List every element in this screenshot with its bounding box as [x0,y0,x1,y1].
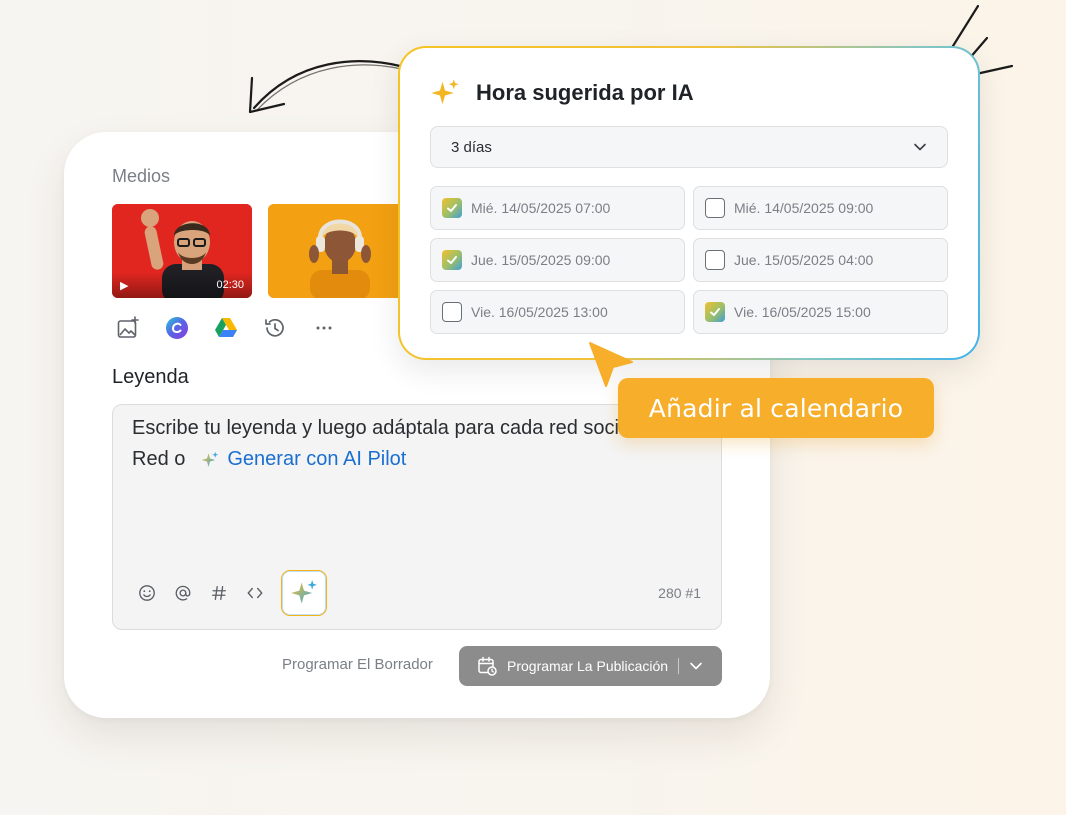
caption-label: Leyenda [112,366,189,388]
schedule-post-label: Programar La Publicación [507,658,669,674]
generate-ai-pilot-link[interactable]: Generar con AI Pilot [227,448,406,471]
caption-placeholder-prefix: Red o [132,448,186,470]
time-slot-option[interactable]: Vie. 16/05/2025 13:00 [430,290,685,334]
more-icon[interactable] [312,316,336,340]
image-add-icon[interactable] [116,316,140,340]
mention-icon[interactable] [173,583,193,603]
media-thumbnail-image[interactable] [268,204,408,298]
time-slot-option[interactable]: Vie. 16/05/2025 15:00 [693,290,948,334]
time-range-select[interactable]: 3 días [430,126,948,168]
emoji-icon[interactable] [137,583,157,603]
video-duration: 02:30 [216,279,244,291]
time-range-value: 3 días [451,138,492,156]
ai-suggested-time-popup: Hora sugerida por IA 3 días Mié. 14/05/2… [398,46,980,360]
time-slot-option[interactable]: Mié. 14/05/2025 07:00 [430,186,685,230]
code-icon[interactable] [245,583,265,603]
time-slot-label: Mié. 14/05/2025 07:00 [471,200,611,216]
video-overlay: ▶ 02:30 [112,272,252,298]
checkbox-unchecked-icon[interactable] [705,198,725,218]
play-icon[interactable]: ▶ [120,279,128,292]
woman-photo [268,204,408,298]
time-slot-label: Vie. 16/05/2025 13:00 [471,304,608,320]
time-slot-label: Vie. 16/05/2025 15:00 [734,304,871,320]
time-slot-label: Jue. 15/05/2025 09:00 [471,252,611,268]
time-slot-label: Jue. 15/05/2025 04:00 [734,252,874,268]
media-tools-row [116,316,336,340]
popup-title: Hora sugerida por IA [476,80,694,105]
popup-header: Hora sugerida por IA [430,78,694,108]
sparkle-icon [430,78,460,108]
media-thumbnail-video[interactable]: ▶ 02:30 [112,204,252,298]
hashtag-icon[interactable] [209,583,229,603]
button-divider [678,658,680,674]
chevron-down-icon[interactable] [689,659,703,673]
add-to-calendar-badge[interactable]: Añadir al calendario [618,378,934,438]
caption-tools-row [137,570,327,616]
time-slot-option[interactable]: Jue. 15/05/2025 09:00 [430,238,685,282]
checkbox-checked-icon[interactable] [442,198,462,218]
checkbox-unchecked-icon[interactable] [442,302,462,322]
ai-suggested-time-panel: Hora sugerida por IA 3 días Mié. 14/05/2… [400,48,978,358]
media-label: Medios [112,166,171,186]
chevron-down-icon [913,140,927,154]
sparkle-icon [201,451,219,469]
hand-drawn-arrow-icon [248,60,403,114]
schedule-draft-button[interactable]: Programar El Borrador [282,656,433,673]
checkbox-checked-icon[interactable] [705,302,725,322]
caption-ai-row: Red o Generar con AI Pilot [132,448,406,471]
calendar-clock-icon [477,656,497,676]
checkbox-unchecked-icon[interactable] [705,250,725,270]
canva-icon[interactable] [165,316,189,340]
checkbox-checked-icon[interactable] [442,250,462,270]
time-slot-option[interactable]: Jue. 15/05/2025 04:00 [693,238,948,282]
time-slot-option[interactable]: Mié. 14/05/2025 09:00 [693,186,948,230]
ai-sparkle-icon[interactable] [281,570,327,616]
history-icon[interactable] [263,316,287,340]
character-count: 280 #1 [658,585,701,601]
google-drive-icon[interactable] [214,316,238,340]
time-slot-label: Mié. 14/05/2025 09:00 [734,200,874,216]
schedule-post-button[interactable]: Programar La Publicación [459,646,722,686]
caption-placeholder-text: Escribe tu leyenda y luego adáptala para… [132,417,641,439]
